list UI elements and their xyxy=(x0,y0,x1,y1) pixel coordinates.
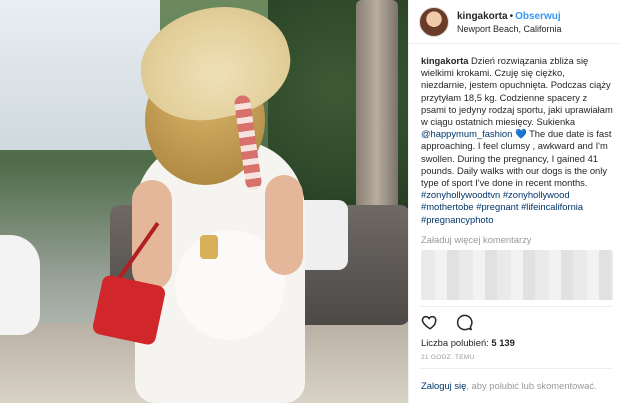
caption-mention[interactable]: @happymum_fashion xyxy=(421,128,512,139)
likes-count[interactable]: Liczba polubień: 5 139 xyxy=(421,337,515,348)
hashtag[interactable]: #zonyhollywood xyxy=(503,189,570,200)
hashtag[interactable]: #pregnant xyxy=(476,201,518,212)
login-link[interactable]: Zaloguj się xyxy=(421,380,466,391)
right-arm xyxy=(265,175,303,275)
post-header: kingakorta • Obserwuj Newport Beach, Calif… xyxy=(409,0,620,44)
actions-divider xyxy=(419,306,613,307)
blurred-comments xyxy=(421,250,613,300)
login-text: , aby polubić lub skomentować. xyxy=(466,380,597,391)
follow-button[interactable]: Obserwuj xyxy=(515,11,561,22)
red-bag xyxy=(91,274,167,346)
load-more-comments[interactable]: Załaduj więcej komentarzy xyxy=(421,234,531,245)
heart-icon[interactable] xyxy=(421,313,439,331)
comment-icon[interactable] xyxy=(455,313,473,331)
hashtag[interactable]: #mothertobe xyxy=(421,201,474,212)
action-bar xyxy=(421,313,473,331)
hashtag[interactable]: #lifeincalifornia xyxy=(521,201,583,212)
caption: kingakorta Dzień rozwiązania zbliża się … xyxy=(421,55,613,226)
location-link[interactable]: Newport Beach, California xyxy=(457,23,562,36)
caption-username[interactable]: kingakorta xyxy=(421,55,468,66)
hashtag[interactable]: #pregnancyphoto xyxy=(421,214,493,225)
background-sky xyxy=(0,0,160,150)
login-prompt: Zaloguj się, aby polubić lub skomentować… xyxy=(421,380,597,391)
separator-dot: • xyxy=(509,10,514,22)
header-text: kingakorta • Obserwuj Newport Beach, Calif… xyxy=(457,8,562,36)
login-divider xyxy=(419,368,613,369)
hashtag[interactable]: #zonyhollywoodtvn xyxy=(421,189,500,200)
avatar[interactable] xyxy=(419,6,449,37)
blue-heart-emoji: 💙 xyxy=(514,128,527,140)
post-timestamp[interactable]: 21 GODZ. TEMU xyxy=(421,354,475,361)
gold-cuff xyxy=(200,235,218,259)
likes-label: Liczba polubień: xyxy=(421,337,489,348)
likes-number: 5 139 xyxy=(491,337,515,348)
left-arm xyxy=(132,180,172,290)
post-side-panel: kingakorta • Obserwuj Newport Beach, Calif… xyxy=(409,0,620,403)
post-photo[interactable] xyxy=(0,0,408,403)
username[interactable]: kingakorta xyxy=(457,11,508,22)
white-chair xyxy=(0,235,40,335)
palm-trunk xyxy=(356,0,398,220)
